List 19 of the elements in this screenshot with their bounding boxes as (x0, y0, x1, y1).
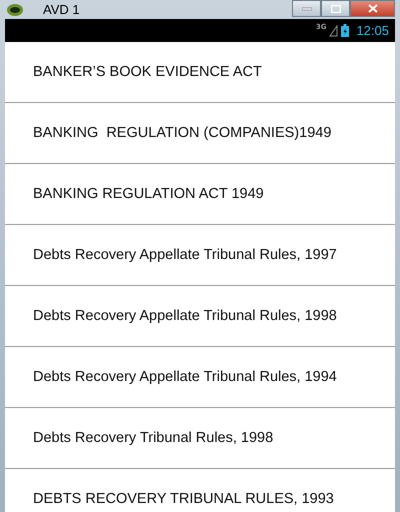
list-item[interactable]: BANKING REGULATION (COMPANIES)1949 (5, 103, 395, 164)
maximize-button[interactable] (321, 0, 350, 17)
minimize-icon (302, 6, 312, 10)
list-item[interactable]: DEBTS RECOVERY TRIBUNAL RULES, 1993 (5, 469, 395, 512)
close-button[interactable] (350, 0, 395, 17)
battery-icon (341, 24, 350, 37)
clock: 12:05 (356, 23, 389, 38)
list-item[interactable]: Debts Recovery Appellate Tribunal Rules, 1994 (5, 347, 395, 408)
list-item[interactable]: Debts Recovery Appellate Tribunal Rules, 1998 (5, 286, 395, 347)
list-item[interactable]: Debts Recovery Tribunal Rules, 1998 (5, 408, 395, 469)
window-title: AVD 1 (43, 2, 81, 17)
minimize-button[interactable] (292, 0, 321, 17)
app-icon (7, 4, 23, 16)
list-item[interactable]: BANKER’S BOOK EVIDENCE ACT (5, 42, 395, 103)
close-icon (368, 4, 378, 13)
list-item[interactable]: Debts Recovery Appellate Tribunal Rules, 1997 (5, 225, 395, 286)
maximize-icon (330, 4, 340, 12)
list-item[interactable]: BANKING REGULATION ACT 1949 (5, 164, 395, 225)
signal-icon (329, 24, 338, 36)
